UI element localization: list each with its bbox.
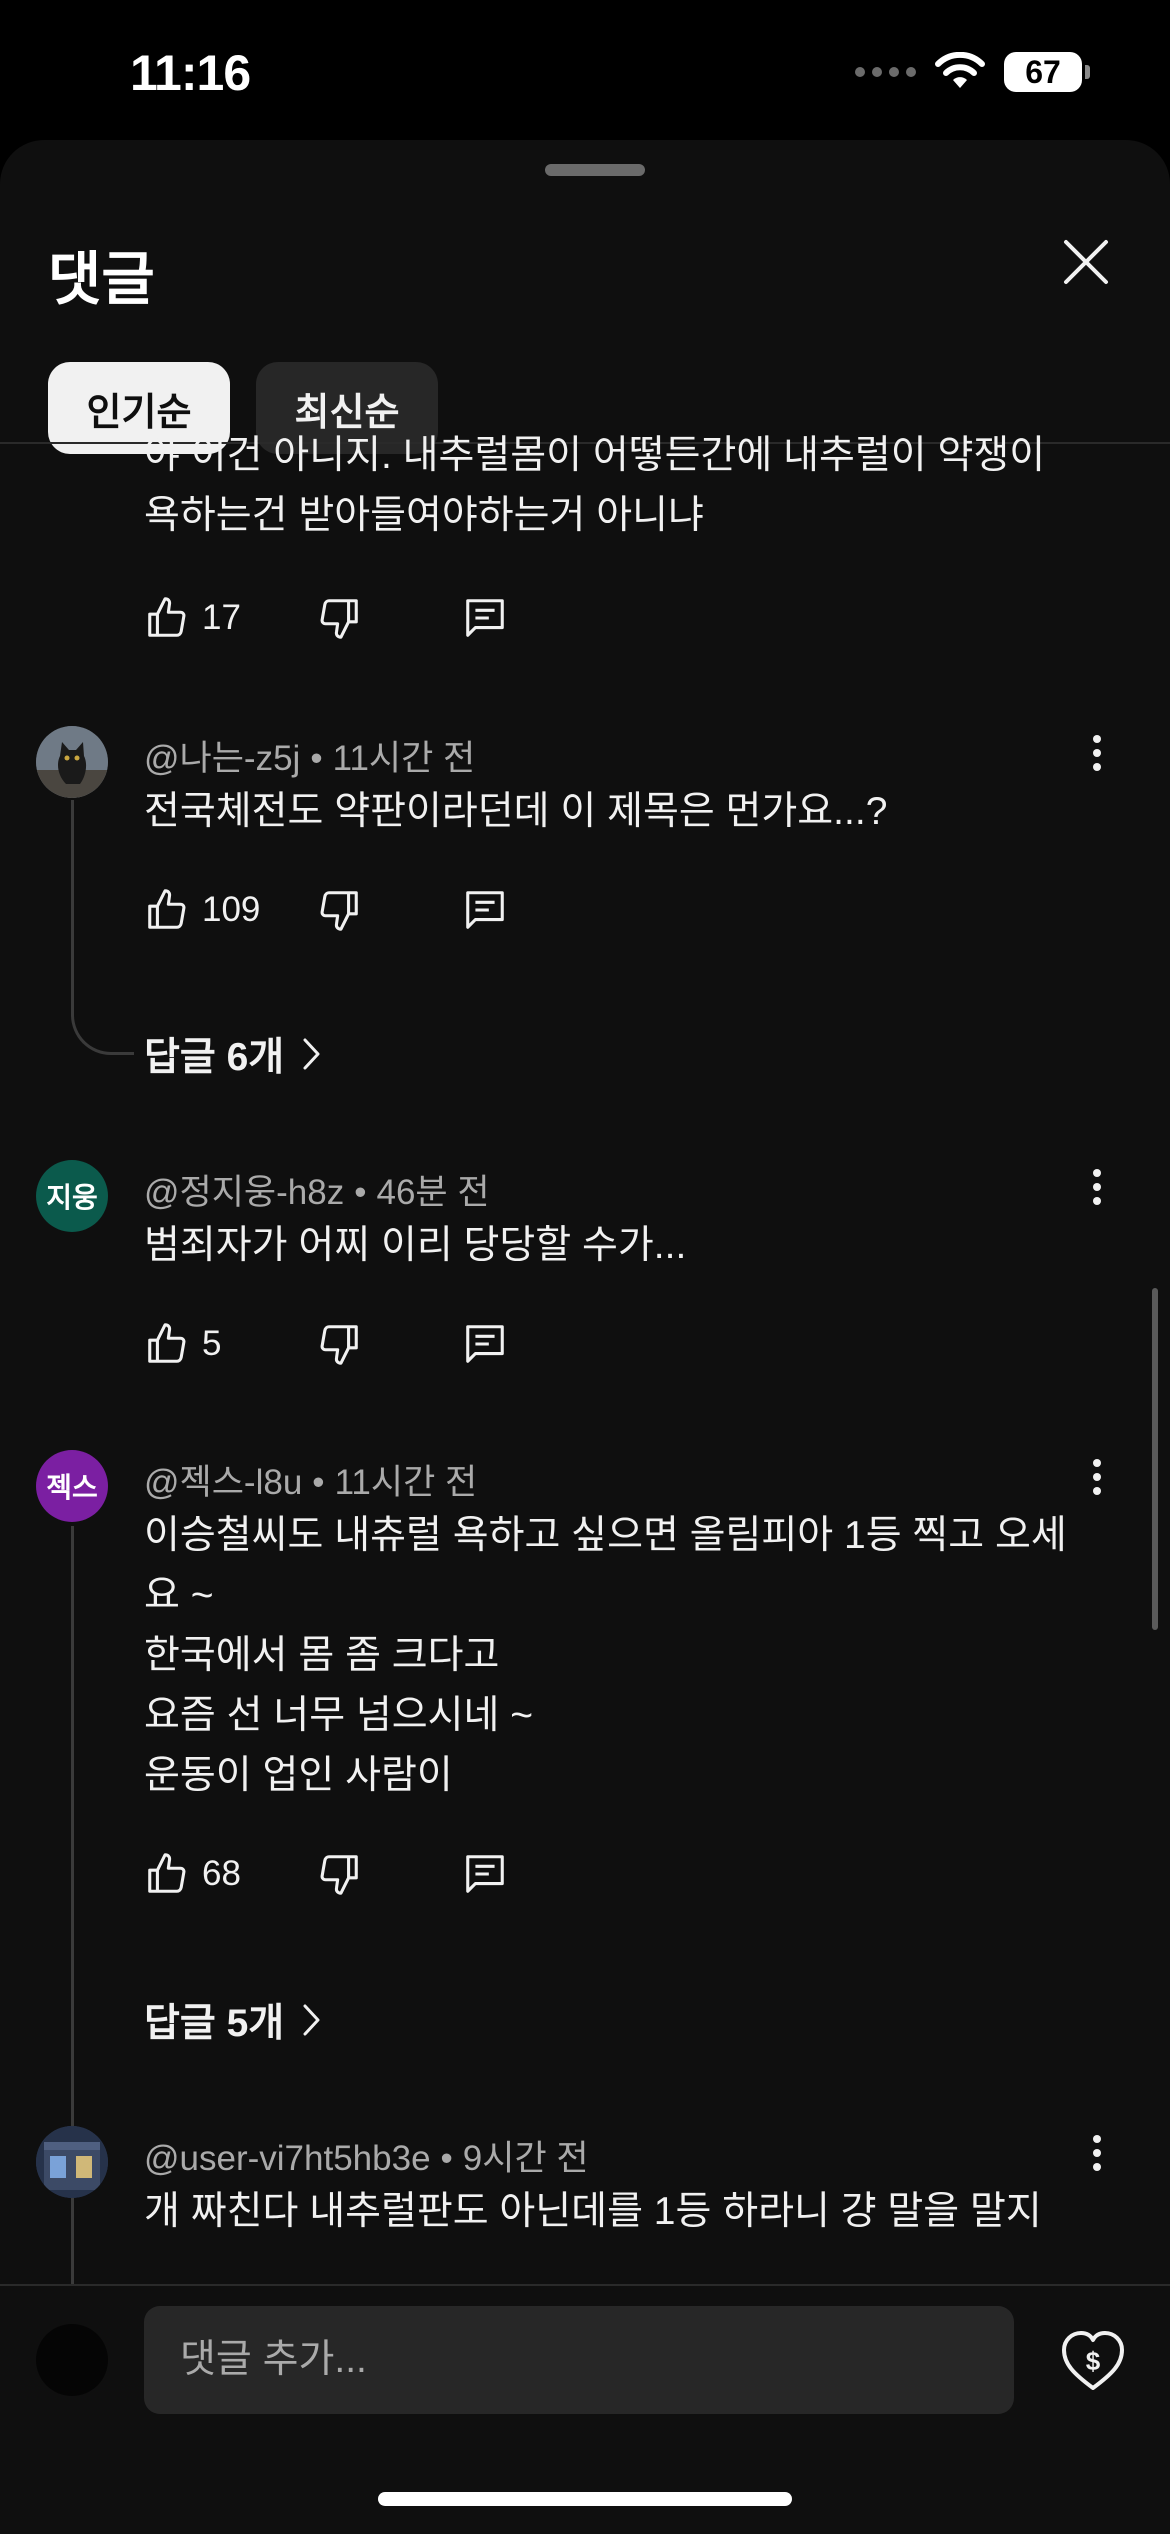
replies-count: 답글 6개 (144, 1036, 285, 1079)
comment-actions: 68 (144, 1844, 508, 1904)
super-thanks-button[interactable]: $ (1058, 2326, 1128, 2396)
comment-author[interactable]: @user-vi7ht5hb3e (144, 2139, 431, 2178)
more-options-button[interactable] (1082, 1452, 1112, 1502)
svg-text:$: $ (1086, 2346, 1101, 2376)
comment-time: 11시간 전 (332, 739, 476, 778)
dislike-button[interactable] (316, 1321, 362, 1367)
replies-count: 답글 5개 (144, 2002, 285, 2045)
comment-list[interactable]: 야 이건 아니지. 내추럴몸이 어떻든간에 내추럴이 약쟁이 욕하는건 받아들여… (0, 304, 1170, 2284)
avatar[interactable] (36, 2126, 108, 2198)
comment-time: 46분 전 (376, 1173, 490, 1212)
comment-input[interactable] (144, 2306, 1014, 2414)
avatar[interactable]: 지웅 (36, 1160, 108, 1232)
cat-avatar-icon (36, 726, 108, 798)
storefront-avatar-icon (36, 2126, 108, 2198)
reply-button[interactable] (462, 887, 508, 933)
thumbs-down-icon (320, 891, 358, 931)
cellular-signal-icon (855, 67, 916, 77)
thumbs-up-icon (148, 1323, 186, 1363)
home-indicator (378, 2492, 792, 2506)
like-count: 109 (202, 890, 261, 929)
comment-text: 이승철씨도 내츄럴 욕하고 싶으면 올림피아 1등 찍고 오세 요 ~ 한국에서… (144, 1514, 1067, 1797)
comment-actions: 17 (144, 588, 508, 648)
view-replies-button[interactable]: 답글 5개 (144, 1992, 322, 2048)
comment-icon (466, 1855, 504, 1893)
comment-text: 개 짜친다 내추럴판도 아닌데를 1등 하라니 걍 말을 말지 (144, 2190, 1042, 2233)
comment-author[interactable]: @나는-z5j (144, 739, 300, 778)
close-icon (1064, 240, 1108, 284)
like-button[interactable]: 5 (144, 1321, 262, 1367)
comment-author[interactable]: @정지웅-h8z (144, 1173, 344, 1212)
close-button[interactable] (1058, 234, 1114, 290)
heart-dollar-icon: $ (1062, 2331, 1124, 2390)
avatar[interactable]: 젝스 (36, 1450, 108, 1522)
comment-actions: 5 (144, 1314, 508, 1374)
thumbs-down-icon (320, 1325, 358, 1365)
chevron-right-icon (303, 2004, 320, 2036)
comment-time: 11시간 전 (334, 1463, 478, 1502)
avatar[interactable] (36, 726, 108, 798)
thread-line (71, 800, 134, 1055)
comment-meta: @젝스-l8u • 11시간 전 (144, 1463, 478, 1502)
scrollbar[interactable] (1152, 1288, 1158, 1630)
more-options-button[interactable] (1082, 728, 1112, 778)
like-button[interactable]: 17 (144, 595, 262, 641)
thumbs-up-icon (148, 889, 186, 929)
comment-text: 야 이건 아니지. 내추럴몸이 어떻든간에 내추럴이 약쟁이 욕하는건 받아들여… (144, 434, 1046, 537)
comment-text: 전국체전도 약판이라던데 이 제목은 먼가요...? (144, 790, 888, 833)
battery-icon: 67 (1004, 52, 1090, 92)
reply-button[interactable] (462, 1851, 508, 1897)
reply-button[interactable] (462, 595, 508, 641)
comment-time: 9시간 전 (462, 2139, 589, 2178)
comment-meta: @정지웅-h8z • 46분 전 (144, 1173, 490, 1212)
more-options-button[interactable] (1082, 2128, 1112, 2178)
dislike-button[interactable] (316, 1851, 362, 1897)
comment-icon (466, 1325, 504, 1363)
comment-icon (466, 891, 504, 929)
comment-actions: 109 (144, 880, 508, 940)
like-button[interactable]: 109 (144, 887, 262, 933)
comment-author[interactable]: @젝스-l8u (144, 1463, 302, 1502)
thumbs-up-icon (148, 597, 186, 637)
thumbs-down-icon (320, 599, 358, 639)
view-replies-button[interactable]: 답글 6개 (144, 1026, 322, 1082)
status-icons: 67 (855, 52, 1090, 92)
thumbs-up-icon (148, 1853, 186, 1893)
battery-level: 67 (1004, 52, 1082, 92)
chevron-right-icon (303, 1038, 320, 1070)
drag-handle[interactable] (545, 164, 645, 176)
status-time: 11:16 (130, 45, 251, 101)
thumbs-down-icon (320, 1855, 358, 1895)
like-count: 5 (202, 1324, 222, 1363)
dislike-button[interactable] (316, 887, 362, 933)
user-avatar (36, 2324, 108, 2396)
comment-text: 범죄자가 어찌 이리 당당할 수가... (144, 1224, 687, 1267)
avatar-initials: 젝스 (46, 1472, 98, 1503)
like-count: 17 (202, 598, 241, 637)
wifi-icon (935, 52, 985, 88)
dislike-button[interactable] (316, 595, 362, 641)
avatar-initials: 지웅 (46, 1182, 98, 1213)
comment-meta: @user-vi7ht5hb3e • 9시간 전 (144, 2139, 589, 2178)
like-count: 68 (202, 1854, 241, 1893)
reply-button[interactable] (462, 1321, 508, 1367)
comment-icon (466, 599, 504, 637)
comment-meta: @나는-z5j • 11시간 전 (144, 739, 476, 778)
like-button[interactable]: 68 (144, 1851, 262, 1897)
more-options-button[interactable] (1082, 1162, 1112, 1212)
status-bar: 11:16 67 (0, 0, 1170, 140)
